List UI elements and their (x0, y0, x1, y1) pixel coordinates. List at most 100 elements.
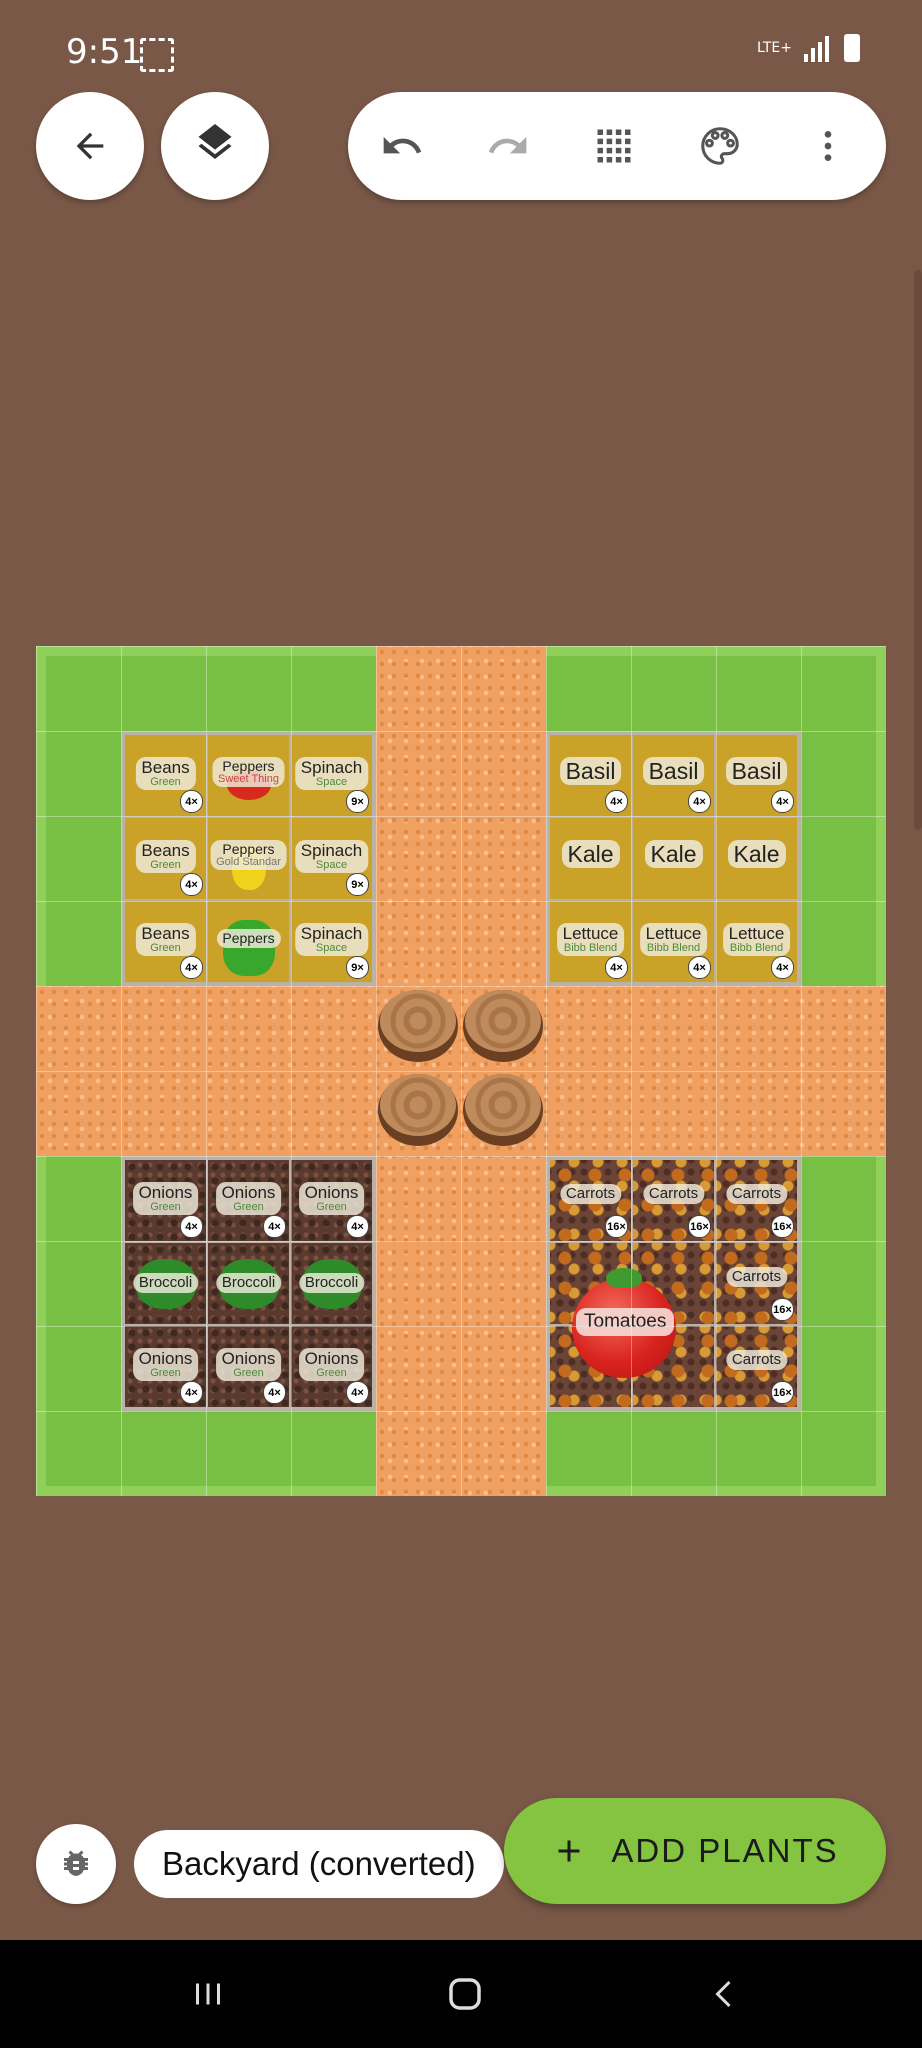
network-label: LTE+ (757, 40, 792, 56)
recents-button[interactable] (178, 1968, 238, 2020)
plant-cell[interactable]: Kale (716, 818, 797, 899)
add-plants-button[interactable]: ADD PLANTS (504, 1798, 886, 1904)
plant-cell[interactable]: Onions Green 4× (291, 1326, 372, 1407)
add-plants-label: ADD PLANTS (611, 1832, 839, 1869)
home-icon (449, 1978, 481, 2010)
plant-count: 9× (346, 873, 369, 896)
plant-cell[interactable]: Peppers Gold Standar (208, 818, 289, 899)
plant-cell[interactable]: Basil 4× (716, 735, 797, 816)
plant-name: Spinach (300, 758, 363, 777)
plant-cell[interactable]: Carrots 16× (716, 1160, 797, 1241)
plant-count: 4× (771, 790, 794, 813)
plant-cell[interactable]: Broccoli (125, 1243, 206, 1324)
plant-variety: Green (150, 1200, 181, 1213)
plant-cell[interactable]: Kale (633, 818, 714, 899)
recents-icon (196, 1983, 220, 2005)
plant-count: 9× (346, 956, 369, 979)
plant-cell[interactable]: Lettuce Bibb Blend 4× (550, 901, 631, 982)
garden-path-horizontal[interactable] (36, 986, 886, 1156)
plant-cell[interactable]: Basil 4× (550, 735, 631, 816)
plant-name: Broccoli (221, 1274, 276, 1291)
undo-button[interactable] (372, 116, 432, 176)
plant-cell[interactable]: Carrots 16× (633, 1160, 714, 1241)
back-chevron-icon (715, 1980, 731, 2008)
raised-bed-bottom-right[interactable]: Carrots 16× Carrots 16× Carrots 16× Carrots… (546, 1156, 801, 1411)
plant-variety: Green (150, 858, 181, 871)
redo-button[interactable] (478, 116, 538, 176)
layers-icon (198, 124, 232, 160)
plant-variety: Bibb Blend (646, 941, 701, 954)
arrow-left-icon (76, 132, 104, 160)
plant-cell[interactable]: Onions Green 4× (125, 1326, 206, 1407)
tree-stump[interactable] (378, 990, 458, 1062)
palette-button[interactable] (690, 116, 750, 176)
plant-cell[interactable]: Onions Green 4× (208, 1326, 289, 1407)
raised-bed-bottom-left[interactable]: Onions Green 4× Onions Green 4× Onions Green 4… (121, 1156, 376, 1411)
plant-variety: Sweet Thing (218, 772, 279, 785)
plant-name: Peppers (222, 930, 275, 946)
plant-cell[interactable]: Peppers (208, 901, 289, 982)
plant-cell[interactable]: Beans Green 4× (125, 818, 206, 899)
plant-name: Lettuce (562, 924, 619, 943)
plant-count: 4× (263, 1215, 286, 1238)
tree-stump[interactable] (378, 1074, 458, 1146)
plant-name: Peppers (222, 758, 275, 774)
plant-count: 16× (771, 1215, 794, 1238)
garden-name-chip[interactable]: Backyard (converted) (134, 1830, 504, 1898)
plant-name: Onions (304, 1349, 359, 1368)
more-vert-icon (824, 131, 832, 161)
plant-cell[interactable]: Kale (550, 818, 631, 899)
plant-name: Broccoli (138, 1274, 193, 1291)
plant-cell[interactable]: Beans Green 4× (125, 735, 206, 816)
plant-variety: Space (315, 941, 348, 954)
plant-name: Lettuce (728, 924, 785, 943)
plant-cell[interactable]: Spinach Space 9× (291, 818, 372, 899)
status-bar: 9:51 LTE+ (0, 0, 922, 100)
bug-icon (64, 1850, 88, 1876)
raised-bed-top-right[interactable]: Basil 4× Basil 4× Basil 4× Kale Kale Kale L… (546, 731, 801, 986)
plant-name: Spinach (300, 841, 363, 860)
plant-count: 4× (180, 1381, 203, 1404)
plant-count: 4× (688, 956, 711, 979)
tree-stump[interactable] (463, 1074, 543, 1146)
plant-variety: Space (315, 858, 348, 871)
back-button[interactable] (36, 92, 144, 200)
more-button[interactable] (798, 116, 858, 176)
grid-icon (597, 129, 631, 163)
plant-count: 4× (688, 790, 711, 813)
plant-cell[interactable]: Spinach Space 9× (291, 735, 372, 816)
grid-button[interactable] (584, 116, 644, 176)
plus-icon (558, 1840, 580, 1862)
plant-cell[interactable]: Spinach Space 9× (291, 901, 372, 982)
plant-cell[interactable]: Onions Green 4× (208, 1160, 289, 1241)
nav-back-button[interactable] (695, 1968, 755, 2020)
plant-count: 16× (605, 1215, 628, 1238)
redo-icon (488, 136, 527, 154)
plant-variety: Green (233, 1366, 264, 1379)
plant-cell[interactable]: Broccoli (291, 1243, 372, 1324)
plant-name: Carrots (648, 1185, 699, 1202)
plant-cell[interactable]: Broccoli (208, 1243, 289, 1324)
plant-cell[interactable]: Peppers Sweet Thing (208, 735, 289, 816)
status-time: 9:51 (66, 32, 143, 72)
plant-cell[interactable]: Onions Green 4× (125, 1160, 206, 1241)
plant-cell[interactable]: Onions Green 4× (291, 1160, 372, 1241)
plant-variety: Space (315, 775, 348, 788)
home-button[interactable] (435, 1968, 495, 2020)
raised-bed-top-left[interactable]: Beans Green 4× Peppers Sweet Thing Spinach S… (121, 731, 376, 986)
tree-stump[interactable] (463, 990, 543, 1062)
plant-name: Carrots (731, 1185, 782, 1202)
plant-count: 16× (771, 1298, 794, 1321)
plant-cell[interactable]: Lettuce Bibb Blend 4× (633, 901, 714, 982)
plant-cell[interactable]: Basil 4× (633, 735, 714, 816)
plant-cell[interactable]: Beans Green 4× (125, 901, 206, 982)
plant-name: Spinach (300, 924, 363, 943)
status-icons: LTE+ (757, 34, 860, 62)
plant-cell[interactable]: Lettuce Bibb Blend 4× (716, 901, 797, 982)
plant-cell[interactable]: Carrots 16× (550, 1160, 631, 1241)
plant-cell[interactable]: Carrots 16× (716, 1243, 797, 1324)
layers-button[interactable] (161, 92, 269, 200)
debug-button[interactable] (36, 1824, 116, 1904)
plant-cell[interactable]: Carrots 16× (716, 1326, 797, 1407)
scroll-indicator[interactable] (914, 270, 922, 830)
